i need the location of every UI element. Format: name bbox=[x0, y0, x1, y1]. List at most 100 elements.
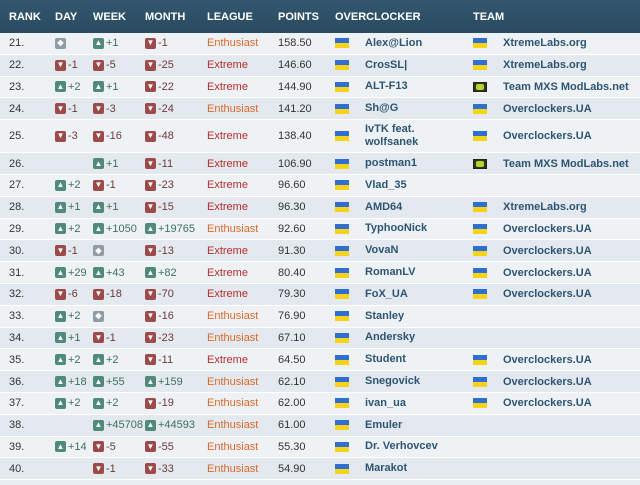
overclocker-link[interactable]: Student bbox=[365, 353, 406, 366]
team-link[interactable]: Overclockers.UA bbox=[503, 267, 592, 279]
team-link[interactable]: Overclockers.UA bbox=[503, 245, 592, 257]
team-cell: Overclockers.UA bbox=[473, 376, 640, 388]
arrow-down-icon: ▼ bbox=[145, 354, 156, 366]
team-cell: Team MXS ModLabs.net bbox=[473, 158, 640, 170]
rank-value: 37. bbox=[9, 397, 25, 410]
week-change-value: +1 bbox=[106, 157, 119, 170]
arrow-down-icon: ▼ bbox=[145, 332, 156, 344]
team-link[interactable]: Overclockers.UA bbox=[503, 130, 592, 142]
arrow-up-icon: ▲ bbox=[55, 332, 66, 344]
overclocker-cell: Student bbox=[335, 353, 473, 366]
team-cell bbox=[473, 311, 640, 321]
team-link[interactable]: Overclockers.UA bbox=[503, 288, 592, 300]
points-value: 62.00 bbox=[278, 397, 306, 410]
day-change-value: +2 bbox=[68, 397, 81, 410]
league-value: Extreme bbox=[207, 80, 248, 93]
header-rank[interactable]: RANK bbox=[0, 11, 55, 23]
ukraine-flag-icon bbox=[473, 398, 487, 409]
points-value: 96.60 bbox=[278, 179, 306, 192]
ukraine-flag-icon bbox=[473, 376, 487, 387]
overclocker-cell: AMD64 bbox=[335, 201, 473, 214]
league-value: Enthusiast bbox=[207, 397, 259, 410]
overclocker-link[interactable]: TyphooNick bbox=[365, 222, 427, 235]
overclocker-link[interactable]: ALT-F13 bbox=[365, 80, 408, 93]
week-change: ▼ -16 bbox=[93, 130, 145, 142]
team-link[interactable]: Overclockers.UA bbox=[503, 354, 592, 366]
arrow-up-icon: ▲ bbox=[93, 37, 104, 49]
week-change: ▼ -1 bbox=[93, 332, 145, 344]
week-change-value: +55 bbox=[106, 375, 125, 388]
arrow-down-icon: ▼ bbox=[145, 37, 156, 49]
overclocker-link[interactable]: Dr. Verhovcev bbox=[365, 440, 438, 453]
day-change-value: +1 bbox=[68, 331, 81, 344]
points-value: 144.90 bbox=[278, 80, 312, 93]
team-link[interactable]: XtremeLabs.org bbox=[503, 59, 587, 71]
team-cell: Overclockers.UA bbox=[473, 354, 640, 366]
rank-value: 30. bbox=[9, 244, 25, 257]
overclocker-link[interactable]: Alex@Lion bbox=[365, 37, 422, 50]
points-value: 55.30 bbox=[278, 440, 306, 453]
ukraine-flag-icon bbox=[335, 158, 349, 169]
month-change: ▼ -33 bbox=[145, 463, 207, 475]
team-link[interactable]: Overclockers.UA bbox=[503, 223, 592, 235]
overclocker-link[interactable]: Marakot bbox=[365, 462, 407, 475]
overclocker-link[interactable]: IvTK feat. wolfsanek bbox=[365, 123, 445, 149]
overclocker-cell: Emuler bbox=[335, 419, 473, 432]
week-change-value: -1 bbox=[106, 331, 116, 344]
overclocker-link[interactable]: Sh@G bbox=[365, 102, 398, 115]
overclocker-link[interactable]: Vlad_35 bbox=[365, 179, 407, 192]
week-change-value: -1 bbox=[106, 462, 116, 475]
overclocker-cell: CrosSL| bbox=[335, 59, 473, 72]
overclocker-link[interactable]: ivan_ua bbox=[365, 397, 406, 410]
week-change-value: -16 bbox=[106, 130, 122, 143]
month-change-value: -13 bbox=[158, 244, 174, 257]
overclocker-link[interactable]: FoX_UA bbox=[365, 288, 408, 301]
points-value: 91.30 bbox=[278, 244, 306, 257]
month-change: ▲ +159 bbox=[145, 376, 207, 388]
table-row: 21. ◆ ▲ +1 ▼ -1 Enthusiast 158.50 Alex@Lion Xtrem… bbox=[0, 33, 640, 55]
arrow-down-icon: ▼ bbox=[93, 441, 104, 453]
arrow-down-icon: ▼ bbox=[145, 397, 156, 409]
header-team[interactable]: TEAM bbox=[473, 11, 640, 23]
rank-value: 35. bbox=[9, 353, 25, 366]
table-row: 37. ▲ +2 ▲ +2 ▼ -19 Enthusiast 62.00 ivan_ua Overc… bbox=[0, 392, 640, 415]
overclocker-link[interactable]: RomanLV bbox=[365, 266, 416, 279]
team-cell: Overclockers.UA bbox=[473, 267, 640, 279]
month-change: ▲ +82 bbox=[145, 267, 207, 279]
header-day[interactable]: DAY bbox=[55, 11, 93, 23]
overclocker-link[interactable]: Emuler bbox=[365, 419, 402, 432]
team-link[interactable]: XtremeLabs.org bbox=[503, 201, 587, 213]
overclocker-link[interactable]: Andersky bbox=[365, 331, 415, 344]
team-link[interactable]: Team MXS ModLabs.net bbox=[503, 158, 629, 170]
month-change-value: -11 bbox=[158, 157, 174, 170]
overclocker-link[interactable]: Snegovick bbox=[365, 375, 420, 388]
month-change-value: -48 bbox=[158, 130, 174, 143]
day-change: ▲ +2 bbox=[55, 354, 93, 366]
month-change-value: -23 bbox=[158, 331, 174, 344]
header-week[interactable]: WEEK bbox=[93, 11, 145, 23]
week-change: ▼ -5 bbox=[93, 441, 145, 453]
overclocker-link[interactable]: Stanley bbox=[365, 310, 404, 323]
team-link[interactable]: Overclockers.UA bbox=[503, 103, 592, 115]
header-month[interactable]: MONTH bbox=[145, 11, 207, 23]
overclocker-link[interactable]: postman1 bbox=[365, 157, 417, 170]
points-value: 61.00 bbox=[278, 419, 306, 432]
day-change: ▲ +2 bbox=[55, 81, 93, 93]
header-overclocker[interactable]: OVERCLOCKER bbox=[335, 11, 473, 23]
table-row: 32. ▼ -6 ▼ -18 ▼ -70 Extreme 79.30 FoX_UA Overcloc… bbox=[0, 283, 640, 306]
team-link[interactable]: Team MXS ModLabs.net bbox=[503, 81, 629, 93]
header-points[interactable]: POINTS bbox=[278, 11, 335, 23]
overclocker-link[interactable]: VovaN bbox=[365, 244, 398, 257]
table-row: 28. ▲ +1 ▲ +1 ▼ -15 Extreme 96.30 AMD64 XtremeLabs… bbox=[0, 196, 640, 219]
team-mxs-logo-icon bbox=[473, 81, 487, 92]
overclocker-link[interactable]: CrosSL| bbox=[365, 59, 407, 72]
team-link[interactable]: Overclockers.UA bbox=[503, 376, 592, 388]
header-league[interactable]: LEAGUE bbox=[207, 11, 278, 23]
points-value: 79.30 bbox=[278, 288, 306, 301]
league-value: Enthusiast bbox=[207, 462, 259, 475]
team-link[interactable]: Overclockers.UA bbox=[503, 397, 592, 409]
overclocker-link[interactable]: AMD64 bbox=[365, 201, 402, 214]
rank-value: 28. bbox=[9, 201, 25, 214]
team-link[interactable]: XtremeLabs.org bbox=[503, 37, 587, 49]
table-row: 31. ▲ +29 ▲ +43 ▲ +82 Extreme 80.40 RomanLV Overcl… bbox=[0, 262, 640, 284]
